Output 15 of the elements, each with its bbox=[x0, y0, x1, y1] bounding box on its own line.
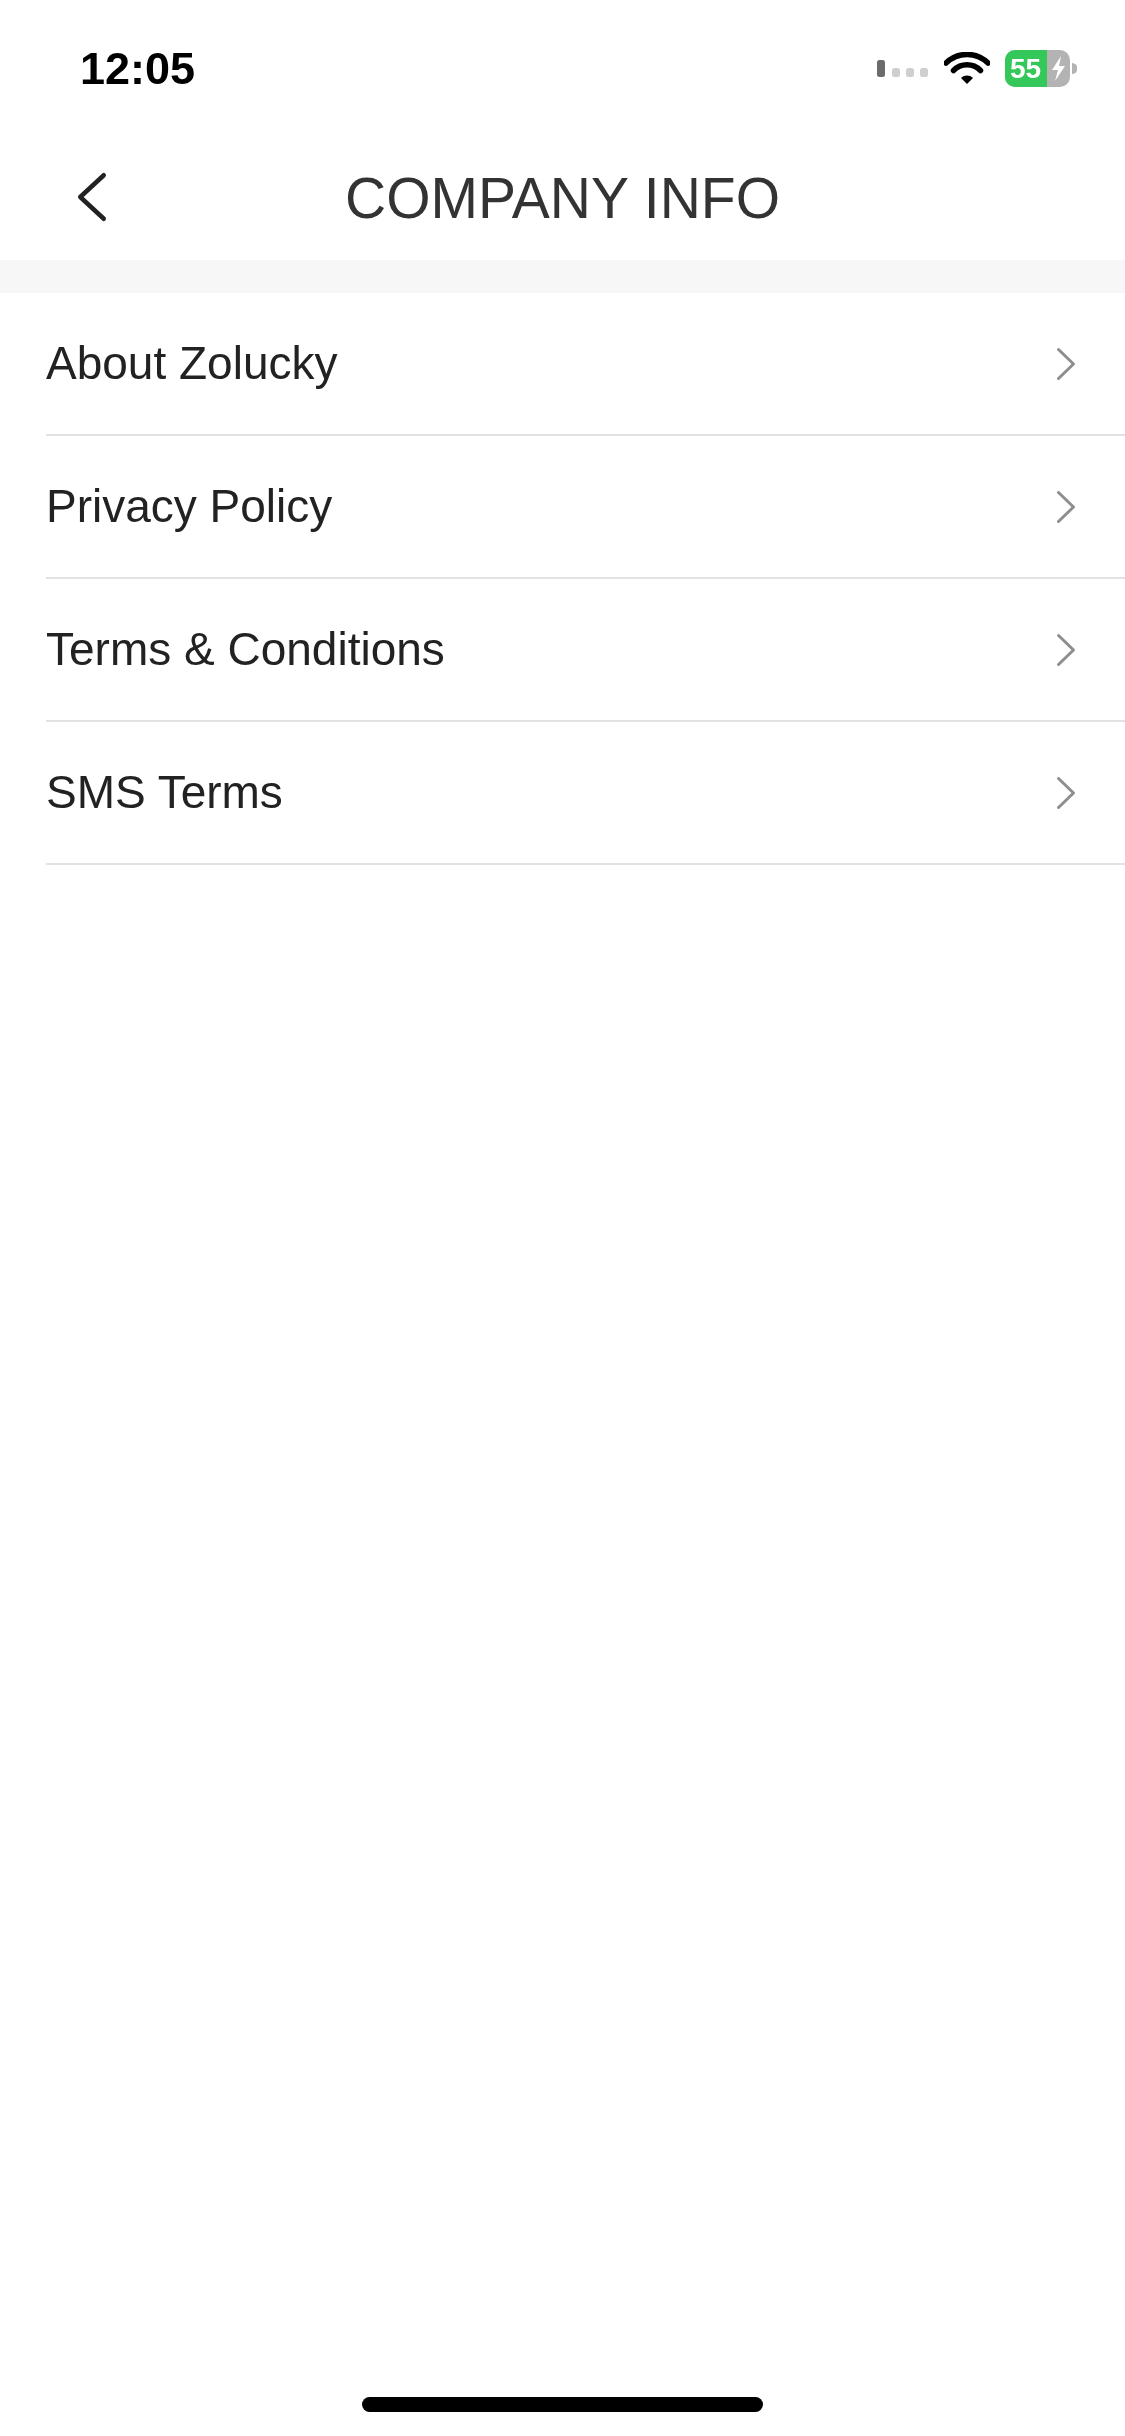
menu-item[interactable]: Privacy Policy bbox=[46, 436, 1125, 579]
battery-icon bbox=[1005, 49, 1077, 87]
back-chevron-icon bbox=[77, 172, 107, 222]
menu-item[interactable]: About Zolucky bbox=[46, 293, 1125, 436]
signal-icon bbox=[877, 59, 929, 77]
wifi-icon bbox=[944, 51, 990, 85]
chevron-right-icon bbox=[1056, 775, 1076, 810]
battery-percentage: 55 bbox=[1010, 53, 1042, 83]
page-title: COMPANY INFO bbox=[345, 169, 780, 227]
menu-item[interactable]: SMS Terms bbox=[46, 722, 1125, 865]
chevron-right-icon bbox=[1056, 489, 1076, 524]
status-time: 12:05 bbox=[80, 45, 196, 91]
chevron-right-icon bbox=[1056, 632, 1076, 667]
chevron-right-icon bbox=[1056, 346, 1076, 381]
menu-item[interactable]: Terms & Conditions bbox=[46, 579, 1125, 722]
